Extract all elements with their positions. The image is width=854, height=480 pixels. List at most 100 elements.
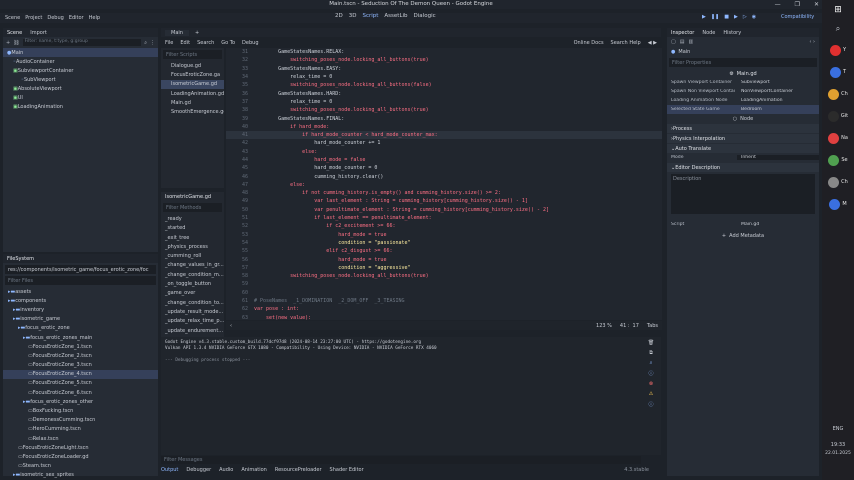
file-item[interactable]: ▭ HeroCumming.tscn xyxy=(3,425,158,434)
section-physics-interpolation[interactable]: › Physics Interpolation xyxy=(667,134,819,143)
code-line[interactable]: 54 condition = "passionate" xyxy=(226,239,662,247)
script-list-item[interactable]: FocusEroticZone.ga xyxy=(161,70,224,79)
script-list-item[interactable]: Main.gd xyxy=(161,98,224,107)
workspace-dialogic[interactable]: Dialogic xyxy=(414,13,436,19)
script-list-item[interactable]: SmoothEmergence.gd xyxy=(161,107,224,116)
taskbar-app[interactable]: Т xyxy=(823,62,853,82)
tab-shader-editor[interactable]: Shader Editor xyxy=(330,467,364,473)
tree-node-subviewport[interactable]: ◦ SubViewport xyxy=(3,75,158,84)
clock-date[interactable]: 22.01.2025 xyxy=(822,451,854,456)
section-process[interactable]: › Process xyxy=(667,124,819,133)
play-custom-icon[interactable]: ▷ xyxy=(743,14,747,20)
file-item[interactable]: ▭ FocusEroticZoneLoader.gd xyxy=(3,452,158,461)
code-line[interactable]: 44 hard_mode = false xyxy=(226,156,662,164)
tab-resource-preloader[interactable]: ResourcePreloader xyxy=(275,467,322,473)
tree-node-loading[interactable]: ▣ LoadingAnimation xyxy=(3,102,158,111)
workspace-3d[interactable]: 3D xyxy=(349,13,357,19)
language-indicator[interactable]: ENG xyxy=(822,426,854,432)
collapse-icon[interactable]: ‹ xyxy=(230,323,232,329)
tree-node-absolute-viewport[interactable]: ▣ AbsoluteViewport xyxy=(3,84,158,93)
script-list-item[interactable]: Dialogue.gd xyxy=(161,61,224,70)
movie-icon[interactable]: ◉ xyxy=(752,14,756,20)
filter-properties-input[interactable]: Filter Properties xyxy=(669,58,817,67)
code-line[interactable]: 53 hard_mode = true xyxy=(226,231,662,239)
file-item[interactable]: ▭ FocusEroticZone_3.tscn xyxy=(3,361,158,370)
open-icon[interactable]: ▤ xyxy=(680,39,685,45)
filter-scripts-input[interactable]: Filter Scripts xyxy=(163,50,222,59)
tree-node-ui[interactable]: ▣ UI xyxy=(3,93,158,102)
method-item[interactable]: _ready xyxy=(161,214,224,223)
trash-icon[interactable]: 🗑 xyxy=(648,340,654,346)
menu-editor[interactable]: Editor xyxy=(69,15,84,21)
close-button[interactable]: ✕ xyxy=(814,1,819,8)
folder-item[interactable]: ▸▬ isometric_game xyxy=(3,315,158,324)
description-textarea[interactable]: Description xyxy=(671,174,815,214)
minimize-button[interactable]: — xyxy=(775,1,781,8)
property-value[interactable]: Bedroom xyxy=(737,107,819,112)
tab-animation[interactable]: Animation xyxy=(241,467,267,473)
file-item[interactable]: ▭ FocusEroticZone_2.tscn xyxy=(3,351,158,360)
tab-filesystem[interactable]: FileSystem xyxy=(7,256,34,262)
renderer-select[interactable]: Compatibility xyxy=(781,14,814,20)
code-line[interactable]: 56 hard_mode = true xyxy=(226,255,662,263)
menu-help[interactable]: Help xyxy=(89,15,100,21)
code-line[interactable]: 34 relax_time = 0 xyxy=(226,73,662,81)
tab-debugger[interactable]: Debugger xyxy=(186,467,211,473)
folder-item[interactable]: ▸▬ isometric_sex_sprites xyxy=(3,471,158,480)
tab-output[interactable]: Output xyxy=(161,467,178,473)
search-icon[interactable]: ⌕ xyxy=(650,360,653,366)
code-line[interactable]: 33 GameStatesNames.EASY: xyxy=(226,65,662,73)
code-line[interactable]: 60 xyxy=(226,289,662,297)
back-icon[interactable]: ‹ › xyxy=(809,39,815,45)
search-icon[interactable]: ⌕ xyxy=(144,40,147,46)
menu-debug[interactable]: Debug xyxy=(47,15,63,21)
code-line[interactable]: 49 var last_element : String = cumming_h… xyxy=(226,197,662,205)
mode-select[interactable]: Inherit xyxy=(737,155,819,160)
tab-audio[interactable]: Audio xyxy=(219,467,233,473)
code-line[interactable]: 35 switching_poses_node.locking_all_butt… xyxy=(226,81,662,89)
workspace-assetlib[interactable]: AssetLib xyxy=(384,13,407,19)
code-line[interactable]: 50 var penultimate_element : String = cu… xyxy=(226,206,662,214)
tab-inspector[interactable]: Inspector xyxy=(671,30,694,36)
method-item[interactable]: _change_condition_m... xyxy=(161,270,224,279)
code-line[interactable]: 57 condition = "aggressive" xyxy=(226,264,662,272)
code-line[interactable]: 55 elif c2_disgust >= 66: xyxy=(226,247,662,255)
tree-node-audio[interactable]: ◦ AudioContainer xyxy=(3,57,158,66)
method-item[interactable]: _update_endurement... xyxy=(161,326,224,335)
section-editor-description[interactable]: ⌄ Editor Description xyxy=(667,163,819,172)
tab-node[interactable]: Node xyxy=(702,30,715,36)
method-item[interactable]: _update_relax_time_p... xyxy=(161,317,224,326)
code-line[interactable]: 46 cumming_history.clear() xyxy=(226,172,662,180)
stop-icon[interactable]: ■ xyxy=(724,14,729,20)
script-menu-goto[interactable]: Go To xyxy=(221,40,235,46)
warning-filter-icon[interactable]: ⚠ xyxy=(649,391,653,397)
code-line[interactable]: 39 GameStatesNames.FINAL: xyxy=(226,114,662,122)
add-metadata-button[interactable]: + Add Metadata xyxy=(667,231,819,241)
online-docs-button[interactable]: Online Docs xyxy=(574,40,604,46)
file-item[interactable]: ▭ FocusEroticZone_1.tscn xyxy=(3,342,158,351)
taskbar-app[interactable]: Ch xyxy=(823,84,853,104)
tab-history[interactable]: History xyxy=(723,30,741,36)
code-line[interactable]: 43 else: xyxy=(226,148,662,156)
play-scene-icon[interactable]: ▶ xyxy=(734,14,738,20)
code-line[interactable]: 31 GameStatesNames.RELAX: xyxy=(226,48,662,56)
error-filter-icon[interactable]: ⊗ xyxy=(649,381,653,387)
code-line[interactable]: 52 if c2_excitement >= 66: xyxy=(226,222,662,230)
code-line[interactable]: 36 GameStatesNames.HARD: xyxy=(226,89,662,97)
code-line[interactable]: 47 else: xyxy=(226,181,662,189)
method-item[interactable]: _change_values_in_gr... xyxy=(161,261,224,270)
nav-arrows-icon[interactable]: ◀ ▶ xyxy=(648,40,661,46)
taskbar-app[interactable]: Na xyxy=(823,128,853,148)
code-line[interactable]: 63 set(new_value): xyxy=(226,314,662,320)
menu-scene[interactable]: Scene xyxy=(5,15,20,21)
taskbar-app[interactable]: Y xyxy=(823,40,853,60)
file-item[interactable]: ▭ BoxFucking.tscn xyxy=(3,406,158,415)
search-help-button[interactable]: Search Help xyxy=(611,40,641,46)
play-icon[interactable]: ▶ xyxy=(702,14,706,20)
property-value[interactable]: NonViewportContainer xyxy=(737,89,819,94)
code-line[interactable]: 37 relax_time = 0 xyxy=(226,98,662,106)
code-line[interactable]: 61 # PoseNames _1_DOMINATION _2_DOM_OFF _… xyxy=(226,297,662,305)
filter-methods-input[interactable]: Filter Methods xyxy=(163,203,222,213)
file-item[interactable]: ▭ FocusEroticZoneLight.tscn xyxy=(3,443,158,452)
code-line[interactable]: 45 hard_mode_counter = 0 xyxy=(226,164,662,172)
